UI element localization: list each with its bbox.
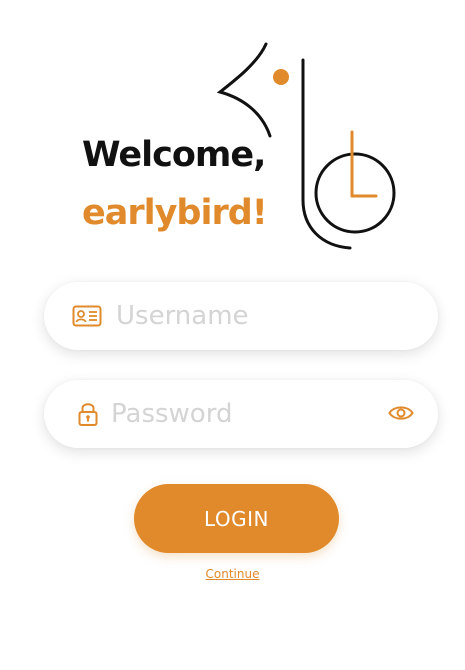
continue-link[interactable]: Continue [0,567,465,581]
username-field[interactable] [44,282,438,350]
eye-icon[interactable] [388,404,414,422]
password-input[interactable] [111,394,371,434]
login-button[interactable]: LOGIN [134,484,339,553]
welcome-heading: Welcome, [82,135,266,175]
brand-name: earlybird! [82,193,268,233]
lock-icon [78,401,98,427]
id-card-icon [72,305,102,327]
password-field[interactable] [44,380,438,448]
username-input[interactable] [116,296,416,336]
